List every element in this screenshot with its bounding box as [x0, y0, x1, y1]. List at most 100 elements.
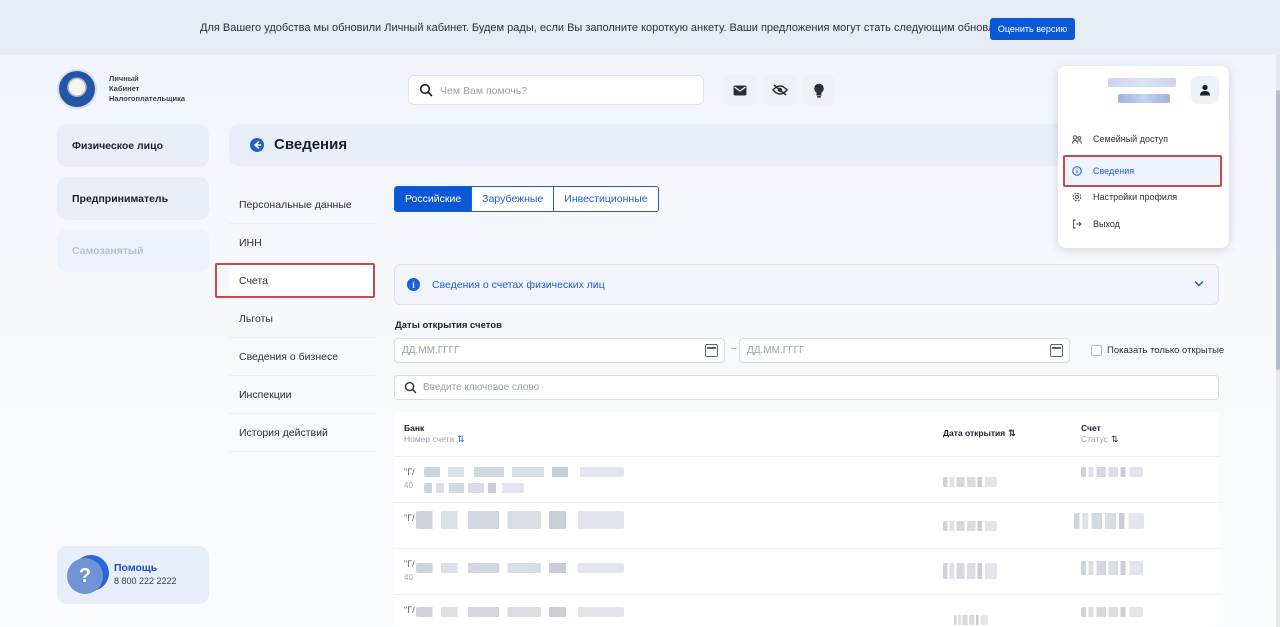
- account-number: 40: [404, 481, 413, 490]
- subnav-history[interactable]: История действий: [229, 414, 375, 452]
- date-from-field[interactable]: ДД.ММ.ГГГГ: [394, 338, 725, 363]
- redacted-account: [1081, 467, 1143, 477]
- banner-text: Для Вашего удобства мы обновили Личный к…: [200, 22, 1027, 34]
- nav-entrepreneur[interactable]: Предприниматель: [57, 177, 209, 220]
- accessibility-button[interactable]: [764, 74, 796, 106]
- col-account-sub-label: Статус: [1081, 434, 1108, 444]
- col-account-subheader[interactable]: Статус ⇅: [1081, 434, 1118, 445]
- redacted-date: [943, 521, 997, 531]
- lightbulb-icon: [814, 83, 824, 98]
- logo-line-2: Кабинет: [109, 84, 140, 93]
- tab-investment[interactable]: Инвестиционные: [554, 187, 658, 211]
- menu-family-access-label: Семейный доступ: [1093, 134, 1169, 144]
- subnav-accounts[interactable]: Счета: [229, 262, 375, 300]
- logo-line-3: Налогоплательщика: [109, 94, 185, 103]
- section-subnav: Персональные данные ИНН Счета Льготы Све…: [229, 186, 375, 452]
- search-icon: [404, 381, 417, 394]
- keyword-placeholder: Введите ключевое слово: [423, 382, 540, 393]
- ideas-button[interactable]: [803, 74, 835, 106]
- only-open-checkbox[interactable]: [1091, 345, 1102, 356]
- nav-individual-label: Физическое лицо: [72, 139, 164, 152]
- date-to-placeholder: ДД.ММ.ГГГГ: [747, 345, 805, 356]
- messages-button[interactable]: [724, 74, 756, 106]
- page-header: Сведения: [229, 124, 1089, 166]
- logout-icon: [1072, 219, 1082, 229]
- search-input[interactable]: Чем Вам помочь?: [408, 75, 704, 105]
- table-row[interactable]: "Г/ 40: [394, 456, 1219, 502]
- redacted-bank: [416, 511, 624, 529]
- redacted-account: [1074, 513, 1144, 529]
- logo-text[interactable]: Личный Кабинет Налогоплательщика: [109, 74, 185, 104]
- account-type-tabs: Российские Зарубежные Инвестиционные: [394, 186, 659, 212]
- menu-logout[interactable]: Выход: [1072, 219, 1120, 229]
- table-row[interactable]: "Г/: [394, 502, 1219, 548]
- dates-label: Даты открытия счетов: [395, 320, 502, 331]
- info-text: Сведения о счетах физических лиц: [432, 279, 605, 291]
- back-arrow-icon[interactable]: [250, 138, 264, 152]
- question-icon: ?: [67, 558, 103, 594]
- top-banner: Для Вашего удобства мы обновили Личный к…: [0, 0, 1280, 55]
- accounts-table: Банк Номер счета ⇅ Дата открытия ⇅ Счет Ст…: [394, 412, 1219, 627]
- menu-profile-settings-label: Настройки профиля: [1093, 192, 1178, 202]
- subnav-personal-data[interactable]: Персональные данные: [229, 186, 375, 224]
- col-bank-header: Банк: [404, 423, 425, 433]
- sort-icon[interactable]: ⇅: [1008, 428, 1016, 438]
- redacted-date: [954, 615, 988, 625]
- col-bank-sub-label: Номер счета: [404, 434, 455, 444]
- subnav-inspections[interactable]: Инспекции: [229, 376, 375, 414]
- nav-individual[interactable]: Физическое лицо: [57, 124, 209, 167]
- bank-name: "Г/: [404, 559, 415, 569]
- subnav-benefits[interactable]: Льготы: [229, 300, 375, 338]
- nav-self-employed-label: Самозанятый: [72, 244, 144, 257]
- help-card[interactable]: ? Помощь 8 800 222 2222: [57, 546, 209, 604]
- bank-name: "Г/: [404, 467, 415, 477]
- info-accordion[interactable]: i Сведения о счетах физических лиц: [394, 264, 1219, 305]
- scrollbar-thumb[interactable]: [1276, 90, 1280, 370]
- menu-profile-settings[interactable]: Настройки профиля: [1072, 192, 1177, 202]
- search-placeholder: Чем Вам помочь?: [440, 85, 528, 97]
- tab-russian[interactable]: Российские: [395, 187, 473, 211]
- rate-version-button[interactable]: Оценить версию: [990, 18, 1075, 40]
- eye-off-icon: [772, 84, 788, 96]
- keyword-search-input[interactable]: Введите ключевое слово: [394, 375, 1219, 400]
- bank-name: "Г/: [404, 513, 415, 523]
- subnav-business-info[interactable]: Сведения о бизнесе: [229, 338, 375, 376]
- help-phone[interactable]: 8 800 222 2222: [114, 576, 177, 586]
- only-open-label[interactable]: Показать только открытые: [1107, 345, 1224, 356]
- subnav-inn[interactable]: ИНН: [229, 224, 375, 262]
- sort-icon[interactable]: ⇅: [457, 434, 465, 444]
- calendar-icon[interactable]: [1050, 344, 1063, 357]
- family-icon: [1072, 134, 1082, 144]
- calendar-icon[interactable]: [705, 344, 718, 357]
- tab-foreign[interactable]: Зарубежные: [472, 187, 555, 211]
- col-date-label: Дата открытия: [943, 428, 1006, 438]
- page-title: Сведения: [274, 136, 348, 153]
- nav-entrepreneur-label: Предприниматель: [72, 192, 169, 205]
- redacted-date: [943, 563, 997, 579]
- date-from-placeholder: ДД.ММ.ГГГГ: [402, 345, 460, 356]
- user-icon: [1200, 84, 1210, 96]
- avatar[interactable]: [1191, 76, 1219, 104]
- info-icon: [1072, 166, 1082, 176]
- redacted-user-id: [1118, 94, 1170, 103]
- redacted-bank: [416, 607, 624, 617]
- date-to-field[interactable]: ДД.ММ.ГГГГ: [739, 338, 1070, 363]
- table-row[interactable]: "Г/ 40: [394, 548, 1219, 594]
- menu-info-label: Сведения: [1093, 166, 1135, 176]
- redacted-account: [1081, 607, 1143, 617]
- col-date-header[interactable]: Дата открытия ⇅: [943, 428, 1016, 439]
- mail-icon: [733, 85, 747, 95]
- fns-emblem-logo[interactable]: [57, 69, 97, 109]
- sort-icon[interactable]: ⇅: [1111, 434, 1119, 444]
- menu-logout-label: Выход: [1093, 219, 1120, 229]
- table-row[interactable]: "Г/: [394, 594, 1219, 627]
- nav-self-employed[interactable]: Самозанятый: [57, 229, 209, 272]
- account-number: 40: [404, 573, 413, 582]
- col-account-header: Счет: [1081, 423, 1101, 433]
- settings-icon: [1072, 192, 1082, 202]
- menu-family-access[interactable]: Семейный доступ: [1072, 134, 1168, 144]
- col-bank-subheader[interactable]: Номер счета ⇅: [404, 434, 465, 445]
- redacted-user-name: [1108, 78, 1176, 87]
- date-separator: –: [731, 343, 737, 354]
- menu-info[interactable]: Сведения: [1072, 166, 1134, 176]
